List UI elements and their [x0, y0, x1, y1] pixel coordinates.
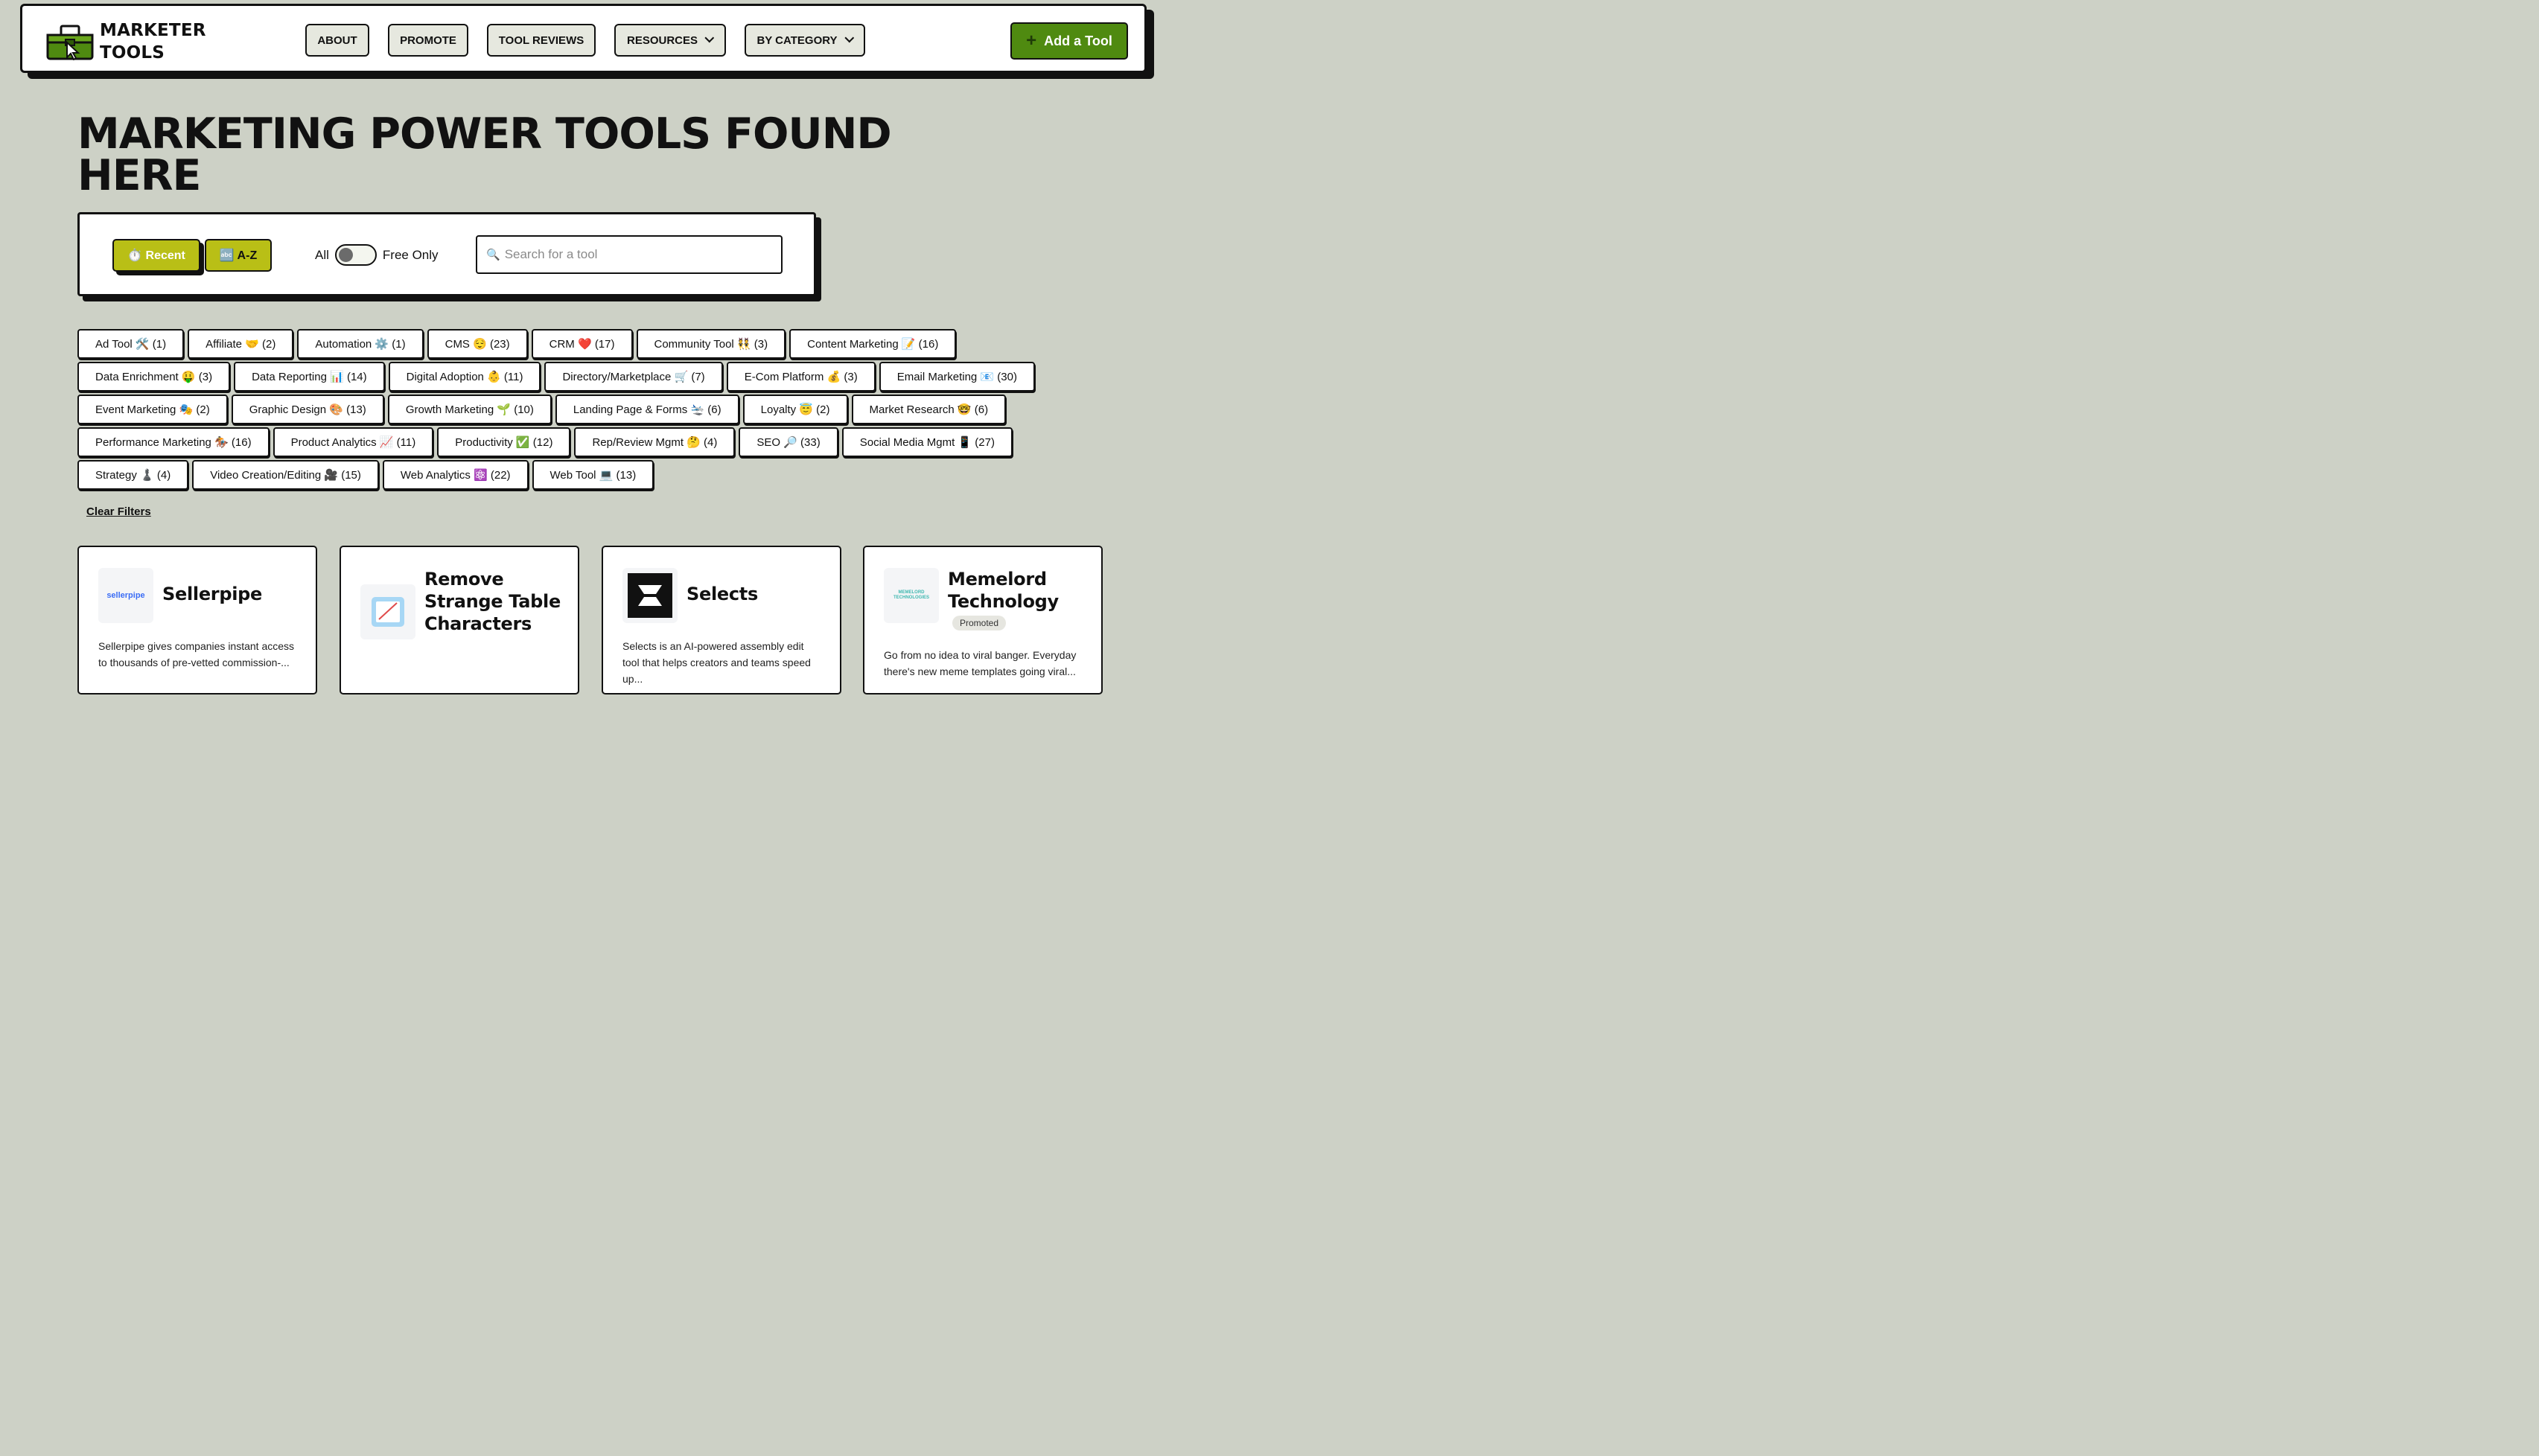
tool-card-memelord-technology[interactable]: MEMELORD TECHNOLOGIES Memelord Technolog… — [863, 546, 1103, 695]
sort-recent-button[interactable]: ⏱️ Recent — [112, 239, 200, 272]
category-chip[interactable]: SEO 🔎 (33) — [739, 427, 838, 457]
category-chip[interactable]: Product Analytics 📈 (11) — [273, 427, 434, 457]
tool-name: Remove Strange Table Characters — [424, 569, 561, 634]
category-chip[interactable]: Social Media Mgmt 📱 (27) — [841, 427, 1013, 457]
add-tool-button[interactable]: + Add a Tool — [1010, 22, 1128, 60]
search-box[interactable]: 🔍 — [476, 235, 783, 274]
tool-description: Go from no idea to viral banger. Everyda… — [884, 649, 1077, 677]
free-only-toggle-group: All Free Only — [315, 244, 439, 266]
category-chip[interactable]: Automation ⚙️ (1) — [297, 329, 424, 359]
category-chip[interactable]: Directory/Marketplace 🛒 (7) — [544, 362, 723, 392]
category-chip[interactable]: Email Marketing 📧 (30) — [879, 362, 1035, 392]
nav-about-button[interactable]: ABOUT — [305, 24, 369, 57]
selects-logo-icon — [628, 573, 672, 618]
promoted-badge: Promoted — [952, 616, 1007, 630]
category-chip[interactable]: Video Creation/Editing 🎥 (15) — [192, 460, 379, 490]
search-input[interactable] — [504, 247, 773, 262]
category-chip[interactable]: Growth Marketing 🌱 (10) — [387, 395, 552, 424]
clear-filters-link[interactable]: Clear Filters — [86, 505, 151, 518]
tool-name: Memelord Technology — [948, 569, 1059, 612]
category-filter-list: Ad Tool 🛠️ (1) Affiliate 🤝 (2) Automation … — [77, 329, 1090, 490]
toolbox-icon — [46, 25, 94, 60]
category-chip[interactable]: Ad Tool 🛠️ (1) — [77, 329, 185, 359]
tool-name: Selects — [686, 584, 758, 604]
category-chip[interactable]: Digital Adoption 👶 (11) — [388, 362, 541, 392]
search-icon: 🔍 — [486, 249, 500, 261]
logo-wordmark: MARKETER TOOLS — [100, 21, 206, 63]
category-chip[interactable]: Web Tool 💻 (13) — [532, 460, 654, 490]
category-chip[interactable]: Data Reporting 📊 (14) — [234, 362, 385, 392]
tool-card-sellerpipe[interactable]: sellerpipe Sellerpipe Sellerpipe gives c… — [77, 546, 317, 695]
toggle-label-all: All — [315, 247, 329, 262]
category-chip[interactable]: Landing Page & Forms 🛬 (6) — [555, 395, 739, 424]
category-chip[interactable]: Community Tool 👯 (3) — [636, 329, 786, 359]
tool-logo: MEMELORD TECHNOLOGIES — [884, 568, 939, 623]
category-chip[interactable]: Graphic Design 🎨 (13) — [231, 395, 384, 424]
category-chip[interactable]: Strategy ♟️ (4) — [77, 460, 189, 490]
tool-name: Sellerpipe — [162, 584, 262, 604]
category-chip[interactable]: Market Research 🤓 (6) — [851, 395, 1007, 424]
chevron-down-icon — [704, 33, 715, 42]
page-title: MARKETING POWER TOOLS FOUND HERE — [77, 109, 892, 200]
toggle-knob — [338, 248, 353, 262]
free-only-toggle[interactable] — [334, 244, 377, 266]
category-chip[interactable]: Rep/Review Mgmt 🤔 (4) — [574, 427, 736, 457]
category-chip[interactable]: CRM ❤️ (17) — [531, 329, 633, 359]
category-chip[interactable]: Data Enrichment 🤑 (3) — [77, 362, 231, 392]
category-chip[interactable]: Loyalty 😇 (2) — [742, 395, 848, 424]
tool-card-selects[interactable]: Selects Selects is an AI-powered assembl… — [602, 546, 841, 695]
category-chip[interactable]: Content Marketing 📝 (16) — [789, 329, 957, 359]
category-chip[interactable]: Affiliate 🤝 (2) — [188, 329, 294, 359]
tool-logo — [622, 568, 678, 623]
nav-by-category-dropdown[interactable]: BY CATEGORY — [745, 24, 865, 57]
top-navigation: MARKETER TOOLS ABOUT PROMOTE TOOL REVIEW… — [20, 4, 1147, 73]
category-chip[interactable]: Performance Marketing 🏇 (16) — [77, 427, 270, 457]
toggle-label-free-only: Free Only — [382, 247, 439, 262]
category-chip[interactable]: Event Marketing 🎭 (2) — [77, 395, 228, 424]
tool-description: Sellerpipe gives companies instant acces… — [98, 640, 295, 668]
filter-panel: ⏱️ Recent 🔤 A-Z All Free Only 🔍 — [77, 212, 816, 296]
tool-logo — [360, 584, 415, 639]
category-chip[interactable]: Web Analytics ⚛️ (22) — [382, 460, 529, 490]
category-chip[interactable]: Productivity ✅ (12) — [437, 427, 571, 457]
site-logo[interactable]: MARKETER TOOLS — [45, 19, 206, 64]
nav-promote-button[interactable]: PROMOTE — [388, 24, 468, 57]
category-chip[interactable]: CMS 😌 (23) — [427, 329, 528, 359]
category-chip[interactable]: E-Com Platform 💰 (3) — [726, 362, 876, 392]
tool-logo: sellerpipe — [98, 568, 153, 623]
plus-icon: + — [1026, 31, 1037, 51]
tool-description: Selects is an AI-powered assembly edit t… — [622, 640, 811, 685]
chevron-down-icon — [844, 33, 854, 42]
tool-card-remove-strange-table-characters[interactable]: Remove Strange Table Characters — [340, 546, 579, 695]
nav-resources-dropdown[interactable]: RESOURCES — [614, 24, 726, 57]
nav-tool-reviews-button[interactable]: TOOL REVIEWS — [487, 24, 596, 57]
table-edit-icon — [372, 597, 404, 627]
sort-az-button[interactable]: 🔤 A-Z — [205, 239, 272, 272]
